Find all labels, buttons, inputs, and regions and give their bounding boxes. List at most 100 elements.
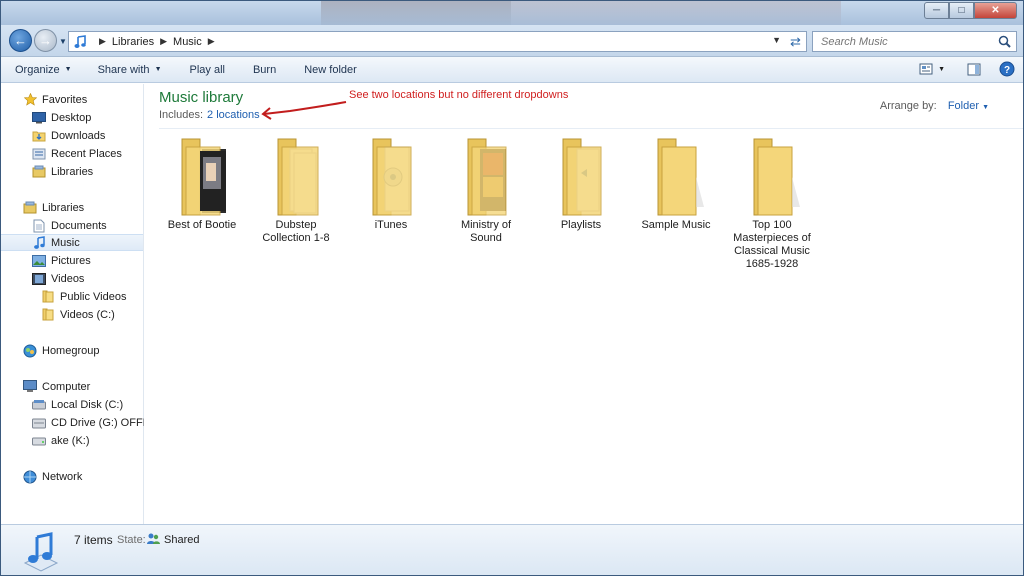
refresh-button[interactable]: ⇄ bbox=[785, 31, 807, 52]
explorer-window: ─ □ ✕ ← → ▼ ▶ Libraries ▶ Music ▶ ▼ ⇄ Or… bbox=[0, 0, 1024, 576]
recent-places-icon bbox=[32, 147, 46, 161]
organize-button[interactable]: Organize ▼ bbox=[15, 64, 72, 76]
music-library-icon bbox=[23, 532, 59, 572]
folder-icon bbox=[551, 137, 611, 217]
sidebar-item-label: Recent Places bbox=[51, 147, 122, 160]
folder-item[interactable]: Best of Bootie bbox=[156, 137, 248, 232]
folder-name: Sample Music bbox=[641, 219, 711, 231]
item-count: 7 items bbox=[74, 533, 113, 547]
chevron-down-icon: ▼ bbox=[982, 104, 989, 111]
shared-users-icon bbox=[146, 532, 160, 548]
shared-status: Shared bbox=[146, 532, 199, 548]
forward-button[interactable]: → bbox=[34, 29, 57, 52]
folder-item[interactable]: iTunes bbox=[345, 137, 437, 232]
new-folder-button[interactable]: New folder bbox=[304, 64, 357, 76]
play-all-button[interactable]: Play all bbox=[190, 64, 225, 76]
view-icon bbox=[919, 63, 933, 75]
includes-label: Includes: bbox=[159, 109, 204, 121]
folder-item[interactable]: Dubstep Collection 1-8 bbox=[250, 137, 342, 245]
sidebar-item-label: Videos (C:) bbox=[60, 308, 115, 321]
background-ghost bbox=[511, 1, 841, 25]
sidebar-homegroup-label: Homegroup bbox=[42, 344, 100, 357]
burn-button[interactable]: Burn bbox=[253, 64, 276, 76]
folder-name: Top 100 Masterpieces of Classical Music 168… bbox=[733, 219, 811, 270]
chevron-down-icon: ▼ bbox=[154, 66, 162, 73]
sidebar-item-label: Libraries bbox=[51, 165, 94, 178]
sidebar-item-label: Local Disk (C:) bbox=[51, 398, 124, 411]
preview-pane-icon bbox=[967, 63, 981, 75]
refresh-icon: ⇄ bbox=[790, 33, 801, 49]
sidebar-item-music[interactable]: Music bbox=[1, 234, 143, 251]
minimize-button[interactable]: ─ bbox=[924, 2, 949, 19]
address-field[interactable]: ▶ Libraries ▶ Music ▶ ▼ bbox=[68, 31, 786, 52]
folder-icon bbox=[41, 290, 55, 304]
search-box[interactable] bbox=[812, 31, 1017, 52]
close-icon: ✕ bbox=[991, 5, 1000, 16]
recent-pages-dropdown[interactable]: ▼ bbox=[59, 37, 67, 46]
title-bar[interactable]: ─ □ ✕ bbox=[1, 1, 1023, 25]
star-icon bbox=[23, 93, 37, 107]
music-note-icon bbox=[32, 235, 46, 250]
state-value: Shared bbox=[164, 534, 200, 546]
folder-icon bbox=[361, 137, 421, 217]
back-button[interactable]: ← bbox=[9, 29, 32, 52]
folder-item[interactable]: Playlists bbox=[535, 137, 627, 232]
desktop-icon bbox=[32, 111, 46, 125]
help-button[interactable]: ? bbox=[999, 61, 1015, 77]
folder-item[interactable]: Ministry of Sound bbox=[440, 137, 532, 245]
documents-icon bbox=[32, 219, 46, 233]
organize-label: Organize bbox=[15, 63, 60, 76]
sidebar-item-label: Public Videos bbox=[60, 290, 127, 303]
chevron-down-icon: ▼ bbox=[938, 65, 945, 73]
maximize-icon: □ bbox=[958, 5, 965, 16]
back-arrow-icon: ← bbox=[14, 33, 27, 48]
folder-name: Best of Bootie bbox=[167, 219, 237, 231]
folder-icon bbox=[646, 137, 706, 217]
sidebar-item-label: Pictures bbox=[51, 254, 91, 267]
background-ghost bbox=[321, 1, 511, 25]
folder-name: Ministry of Sound bbox=[460, 219, 512, 244]
chevron-right-icon[interactable]: ▶ bbox=[99, 36, 106, 47]
maximize-button[interactable]: □ bbox=[949, 2, 974, 19]
folder-icon bbox=[172, 137, 232, 217]
folder-name: iTunes bbox=[374, 219, 408, 231]
removable-drive-icon bbox=[32, 434, 46, 448]
folder-item[interactable]: Top 100 Masterpieces of Classical Music 168… bbox=[726, 137, 818, 271]
close-button[interactable]: ✕ bbox=[974, 2, 1017, 19]
locations-link[interactable]: 2 locations bbox=[207, 109, 260, 121]
search-input[interactable] bbox=[819, 34, 989, 49]
minimize-icon: ─ bbox=[932, 5, 941, 16]
forward-arrow-icon: → bbox=[39, 33, 52, 48]
change-view-button[interactable]: ▼ bbox=[919, 63, 945, 75]
sidebar-item-label: Music bbox=[51, 236, 80, 249]
svg-text:?: ? bbox=[1004, 65, 1010, 76]
breadcrumb-music[interactable]: Music bbox=[173, 36, 202, 48]
chevron-right-icon[interactable]: ▶ bbox=[208, 36, 215, 47]
music-note-icon bbox=[74, 34, 86, 48]
share-with-label: Share with bbox=[97, 63, 150, 76]
preview-pane-button[interactable] bbox=[967, 63, 981, 76]
folder-item[interactable]: Sample Music bbox=[630, 137, 722, 232]
computer-icon bbox=[23, 380, 37, 394]
divider bbox=[159, 128, 1023, 129]
breadcrumb-libraries[interactable]: Libraries bbox=[112, 36, 154, 48]
libraries-icon bbox=[32, 165, 46, 179]
chevron-down-icon: ▼ bbox=[64, 66, 72, 73]
library-title: Music library bbox=[159, 89, 244, 106]
address-history-dropdown[interactable]: ▼ bbox=[772, 35, 781, 45]
videos-icon bbox=[32, 272, 46, 286]
search-icon[interactable] bbox=[998, 35, 1011, 48]
file-list-pane: Music library Includes: 2 locations See t… bbox=[144, 84, 1023, 524]
details-pane: 7 items State: Shared bbox=[1, 524, 1023, 575]
chevron-right-icon[interactable]: ▶ bbox=[160, 36, 167, 47]
sidebar-computer-label: Computer bbox=[42, 380, 91, 393]
folder-icon bbox=[742, 137, 802, 217]
includes-line: Includes: 2 locations bbox=[159, 109, 260, 121]
homegroup-icon bbox=[23, 344, 37, 358]
folder-name: Dubstep Collection 1-8 bbox=[262, 219, 330, 244]
arrange-dropdown[interactable]: Folder ▼ bbox=[948, 100, 989, 112]
sidebar-item-label: Videos bbox=[51, 272, 85, 285]
help-icon: ? bbox=[999, 61, 1015, 77]
network-icon bbox=[23, 470, 37, 484]
share-with-button[interactable]: Share with ▼ bbox=[98, 64, 162, 76]
